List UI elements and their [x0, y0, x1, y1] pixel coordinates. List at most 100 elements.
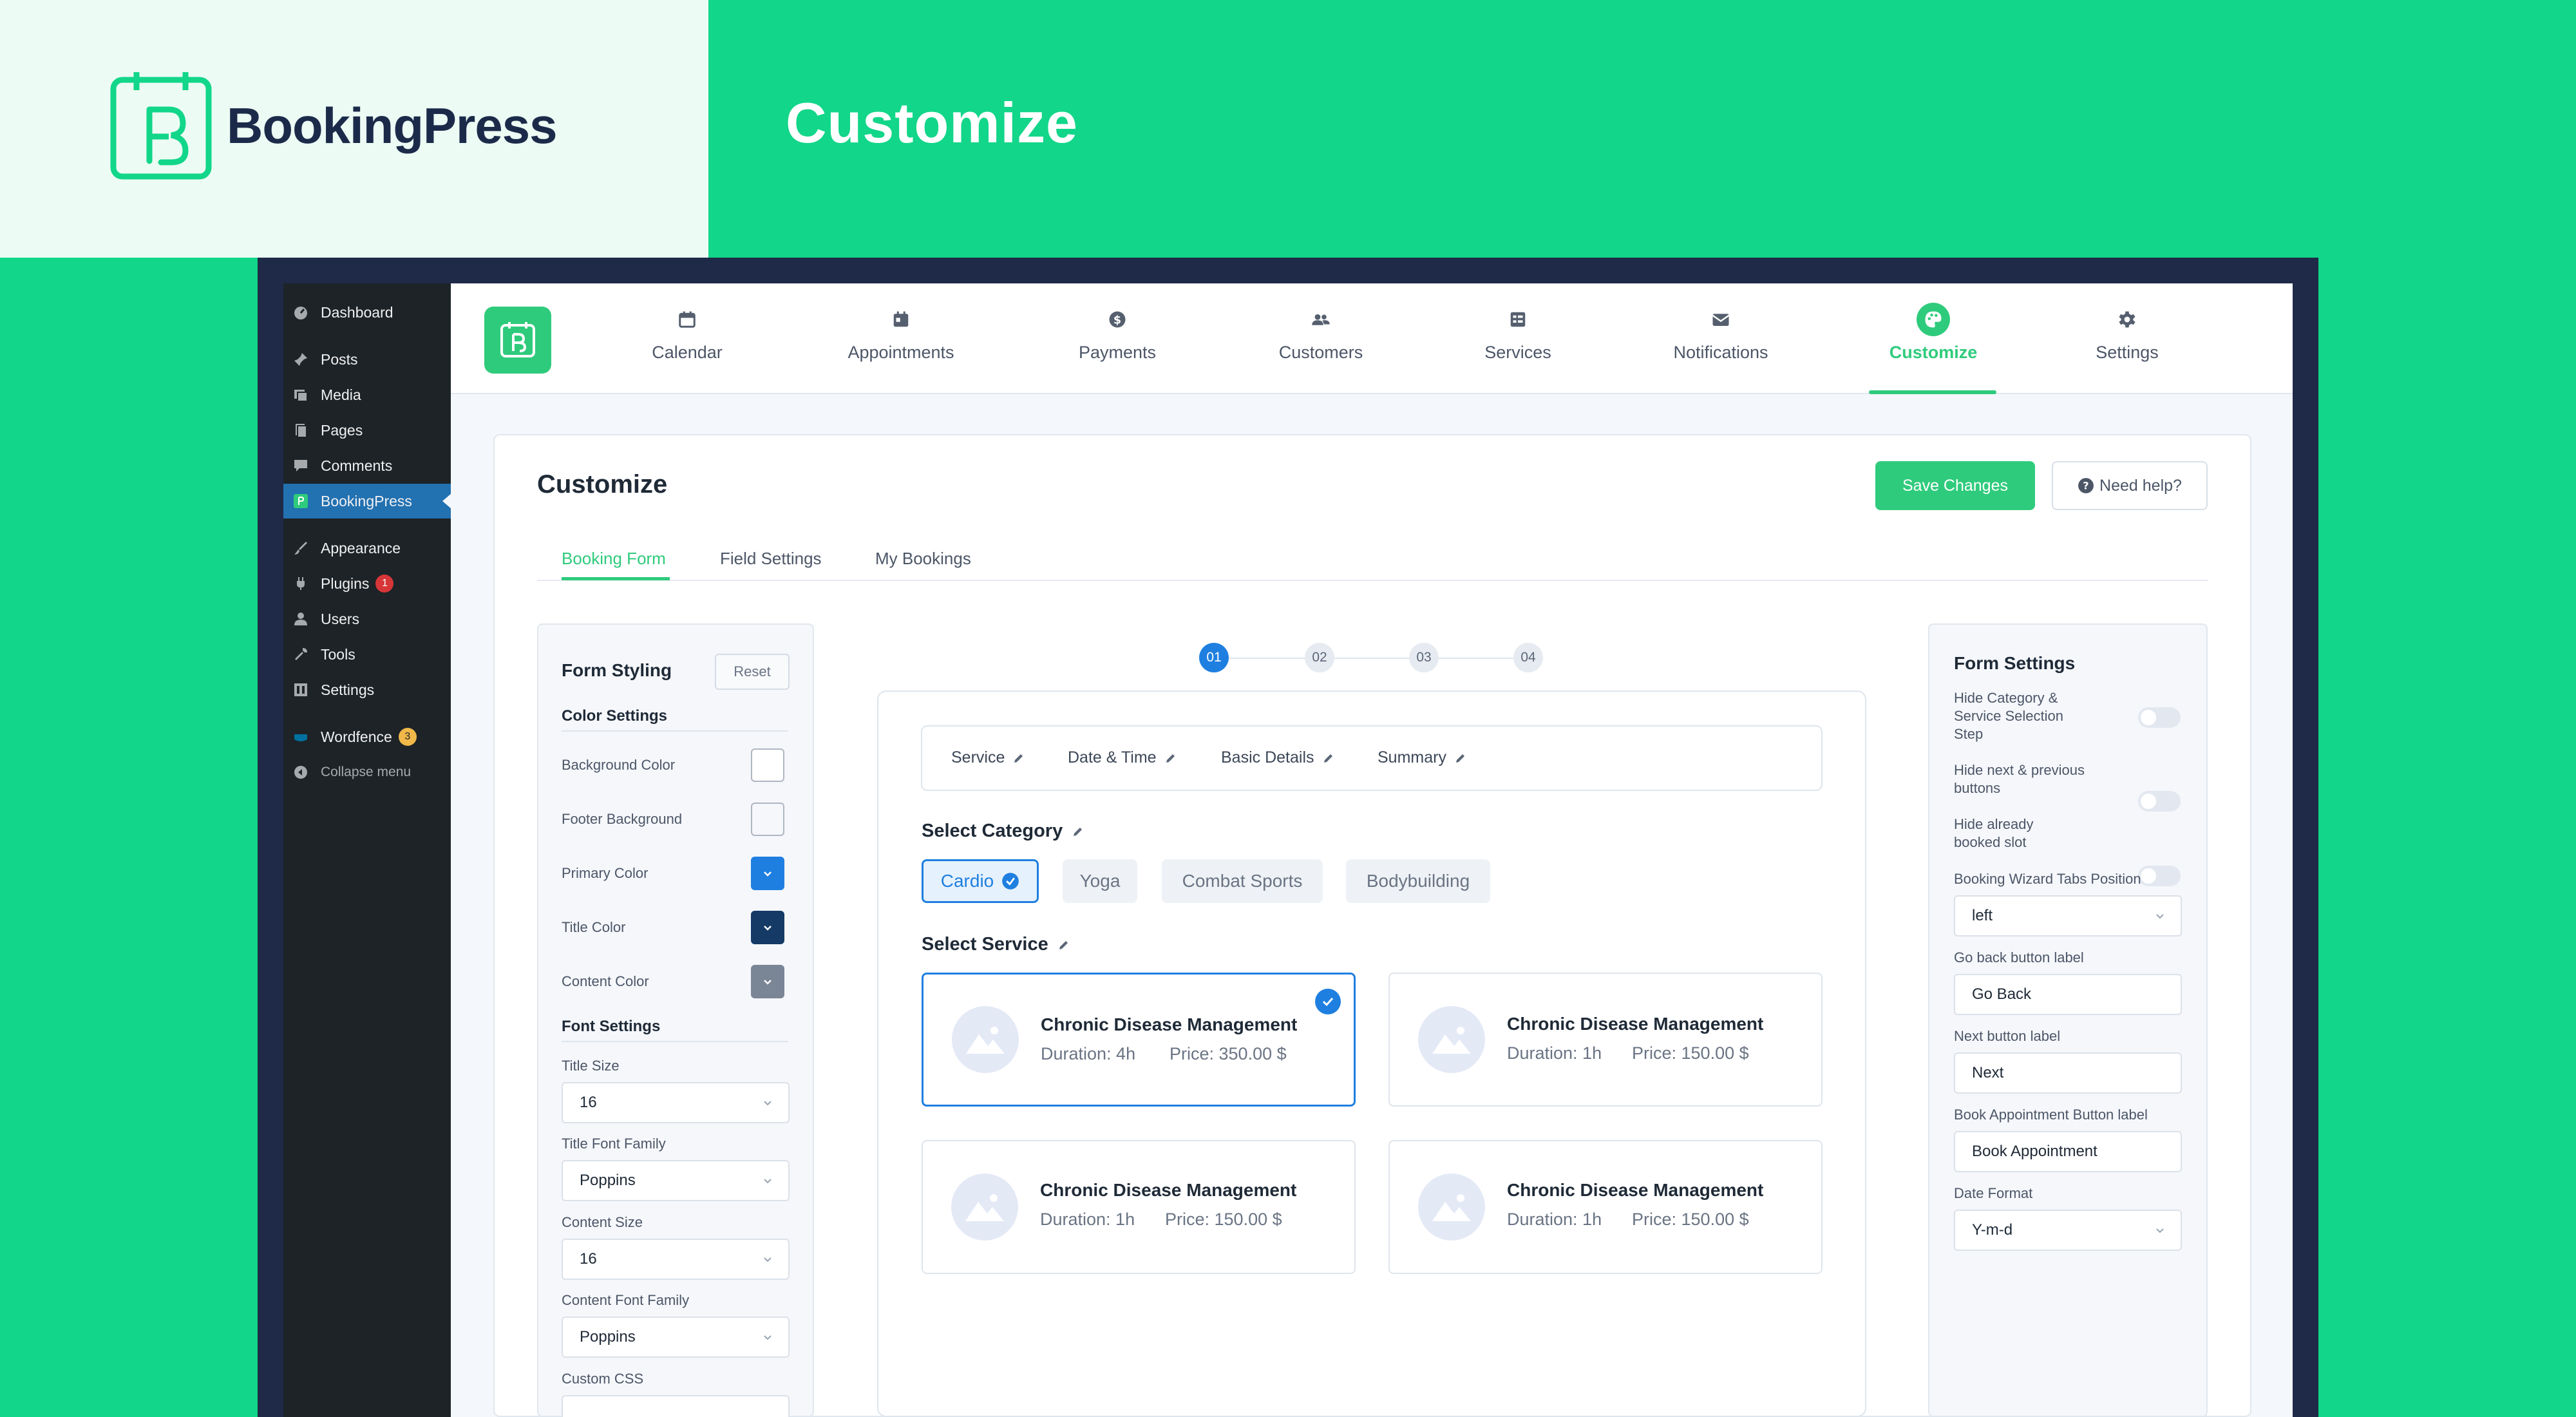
select-service-title: Select Service	[922, 934, 1070, 955]
hide-booked-slot-label: Hide already booked slot	[1954, 816, 2034, 850]
service-duration: Duration: 1h	[1040, 1210, 1135, 1229]
nav-settings[interactable]: Settings	[2050, 303, 2204, 394]
wizard-tab-service[interactable]: Service	[951, 748, 1025, 767]
content-size-label: Content Size	[562, 1214, 643, 1230]
wizard-tab-label: Summary	[1378, 748, 1446, 766]
service-card[interactable]: Chronic Disease Management Duration: 1h …	[922, 1140, 1356, 1274]
date-format-select[interactable]: Y-m-d	[1954, 1210, 2182, 1251]
tab-booking-form[interactable]: Booking Form	[562, 549, 666, 569]
content-font-family-label: Content Font Family	[562, 1292, 690, 1308]
reset-button[interactable]: Reset	[715, 654, 790, 690]
svg-text:$: $	[1113, 314, 1121, 327]
wp-menu-plugins[interactable]: Plugins 1	[283, 566, 451, 601]
title-font-family-select[interactable]: Poppins	[562, 1160, 790, 1201]
hide-buttons-toggle[interactable]	[2138, 791, 2181, 812]
title-size-label: Title Size	[562, 1058, 620, 1074]
wp-menu-users[interactable]: Users	[283, 602, 451, 636]
service-card[interactable]: Chronic Disease Management Duration: 1h …	[1388, 1140, 1823, 1274]
book-button-label: Book Appointment Button label	[1954, 1107, 2148, 1123]
wizard-tab-summary[interactable]: Summary	[1378, 748, 1467, 767]
customers-icon	[1304, 303, 1338, 336]
need-help-button[interactable]: ? Need help?	[2052, 461, 2208, 510]
wp-menu-wordfence[interactable]: Wordfence 3	[283, 719, 451, 754]
wp-menu-tools[interactable]: Tools	[283, 637, 451, 672]
nav-customize[interactable]: Customize	[1856, 303, 2011, 394]
wizard-step[interactable]: 02	[1305, 643, 1334, 672]
wizard-tab-basic-details[interactable]: Basic Details	[1221, 748, 1335, 767]
book-button-input[interactable]: Book Appointment	[1954, 1131, 2182, 1172]
nav-notifications[interactable]: Notifications	[1643, 303, 1798, 394]
category-chip-combat-sports[interactable]: Combat Sports	[1162, 859, 1323, 903]
wp-menu-appearance[interactable]: Appearance	[283, 531, 451, 566]
wp-menu-comments[interactable]: Comments	[283, 448, 451, 483]
wp-menu-label: Posts	[321, 350, 358, 368]
content-font-family-select[interactable]: Poppins	[562, 1317, 790, 1358]
wizard-position-select[interactable]: left	[1954, 895, 2182, 937]
service-price: Price: 150.00 $	[1165, 1210, 1282, 1229]
select-value: 16	[580, 1250, 597, 1268]
brand-name: BookingPress	[227, 97, 557, 154]
wordfence-icon	[292, 728, 309, 745]
select-value: Poppins	[580, 1328, 636, 1346]
nav-calendar[interactable]: Calendar	[610, 303, 764, 394]
title-color-swatch[interactable]	[751, 911, 784, 944]
dollar-icon: $	[1101, 303, 1134, 336]
app-logo-button[interactable]	[484, 307, 551, 374]
go-back-input[interactable]: Go Back	[1954, 974, 2182, 1015]
hide-category-toggle[interactable]	[2138, 707, 2181, 728]
appointment-icon	[884, 303, 918, 336]
next-button-input[interactable]: Next	[1954, 1052, 2182, 1094]
service-card[interactable]: Chronic Disease Management Duration: 4h …	[922, 973, 1356, 1107]
wp-menu-media[interactable]: Media	[283, 377, 451, 412]
tab-active-indicator	[562, 577, 670, 580]
calendar-icon	[670, 303, 704, 336]
section-title-text: Select Service	[922, 934, 1048, 955]
service-price: Price: 350.00 $	[1170, 1044, 1287, 1063]
tab-field-settings[interactable]: Field Settings	[720, 549, 822, 569]
wizard-position-label: Booking Wizard Tabs Position	[1954, 871, 2141, 887]
wizard-step[interactable]: 04	[1513, 643, 1543, 672]
color-settings-title: Color Settings	[562, 707, 668, 725]
hide-booked-slot-toggle[interactable]	[2138, 866, 2181, 886]
nav-appointments[interactable]: Appointments	[824, 303, 978, 394]
background-color-swatch[interactable]	[751, 748, 784, 782]
footer-background-swatch[interactable]	[751, 803, 784, 836]
category-chip-yoga[interactable]: Yoga	[1063, 859, 1137, 903]
chevron-down-icon	[2156, 1228, 2164, 1233]
custom-css-textarea[interactable]	[562, 1395, 790, 1417]
wp-admin-sidebar: Dashboard Posts Media Pages Comments Boo…	[283, 283, 451, 1417]
tab-my-bookings[interactable]: My Bookings	[875, 549, 971, 569]
save-changes-button[interactable]: Save Changes	[1875, 461, 2035, 510]
need-help-label: Need help?	[2099, 476, 2182, 495]
wp-menu-dashboard[interactable]: Dashboard	[283, 295, 451, 330]
hide-buttons-label: Hide next & previous buttons	[1954, 762, 2085, 796]
title-size-select[interactable]: 16	[562, 1082, 790, 1123]
select-value: 16	[580, 1094, 597, 1111]
content-size-select[interactable]: 16	[562, 1239, 790, 1280]
category-chip-cardio[interactable]: Cardio	[922, 859, 1039, 903]
primary-color-swatch[interactable]	[751, 857, 784, 890]
wizard-step[interactable]: 01	[1199, 643, 1229, 672]
nav-customers[interactable]: Customers	[1244, 303, 1398, 394]
wp-menu-bookingpress[interactable]: BookingPress	[283, 484, 451, 518]
palette-icon	[1917, 303, 1950, 336]
nav-label: Payments	[1078, 343, 1157, 362]
nav-payments[interactable]: $ Payments	[1040, 303, 1195, 394]
chevron-down-icon	[764, 1257, 772, 1262]
pages-icon	[292, 422, 309, 439]
wizard-step[interactable]: 03	[1409, 643, 1439, 672]
service-card[interactable]: Chronic Disease Management Duration: 1h …	[1388, 973, 1823, 1107]
wp-menu-pages[interactable]: Pages	[283, 413, 451, 448]
hero-title: Customize	[786, 91, 1078, 155]
nav-services[interactable]: Services	[1441, 303, 1595, 394]
chevron-down-icon	[764, 1179, 772, 1184]
edit-icon	[1166, 754, 1175, 763]
wp-menu-collapse[interactable]: Collapse menu	[283, 755, 451, 790]
wp-menu-settings[interactable]: Settings	[283, 672, 451, 707]
category-chip-bodybuilding[interactable]: Bodybuilding	[1346, 859, 1490, 903]
edit-icon[interactable]	[1057, 938, 1070, 951]
wp-menu-posts[interactable]: Posts	[283, 342, 451, 377]
content-color-swatch[interactable]	[751, 965, 784, 998]
wizard-tab-date-time[interactable]: Date & Time	[1068, 748, 1177, 767]
edit-icon[interactable]	[1072, 825, 1084, 838]
